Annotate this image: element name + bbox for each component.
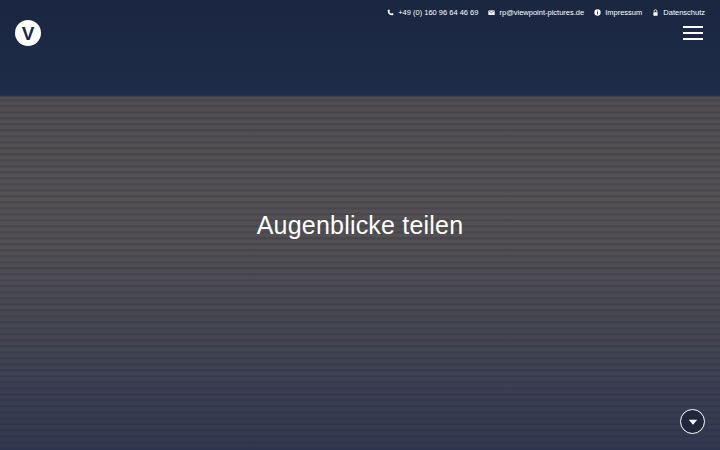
hero-center: Augenblicke teilen [0,0,720,450]
contact-link[interactable]: rp@viewpoint-pictures.de [488,8,584,17]
menu-bar [683,38,703,40]
envelope-icon [488,9,495,16]
contact-bar: +49 (0) 160 96 64 46 69 rp@viewpoint-pict… [387,8,705,17]
hero-headline: Augenblicke teilen [257,211,464,240]
phone-icon [387,9,394,16]
scroll-down-button[interactable] [680,409,705,434]
contact-link[interactable]: Impressum [594,8,642,17]
lock-icon [652,9,659,16]
menu-button[interactable] [683,26,705,40]
logo[interactable]: V [15,20,41,46]
menu-bar [683,32,703,34]
site-header: V +49 (0) 160 96 64 46 69 rp@viewpoint-pic… [0,0,720,46]
info-icon [594,9,601,16]
page: V +49 (0) 160 96 64 46 69 rp@viewpoint-pic… [0,0,720,450]
contact-link[interactable]: Datenschutz [652,8,705,17]
menu-bar [683,26,703,28]
header-right: +49 (0) 160 96 64 46 69 rp@viewpoint-pict… [387,8,705,40]
contact-link[interactable]: +49 (0) 160 96 64 46 69 [387,8,478,17]
caret-down-icon [687,416,699,428]
